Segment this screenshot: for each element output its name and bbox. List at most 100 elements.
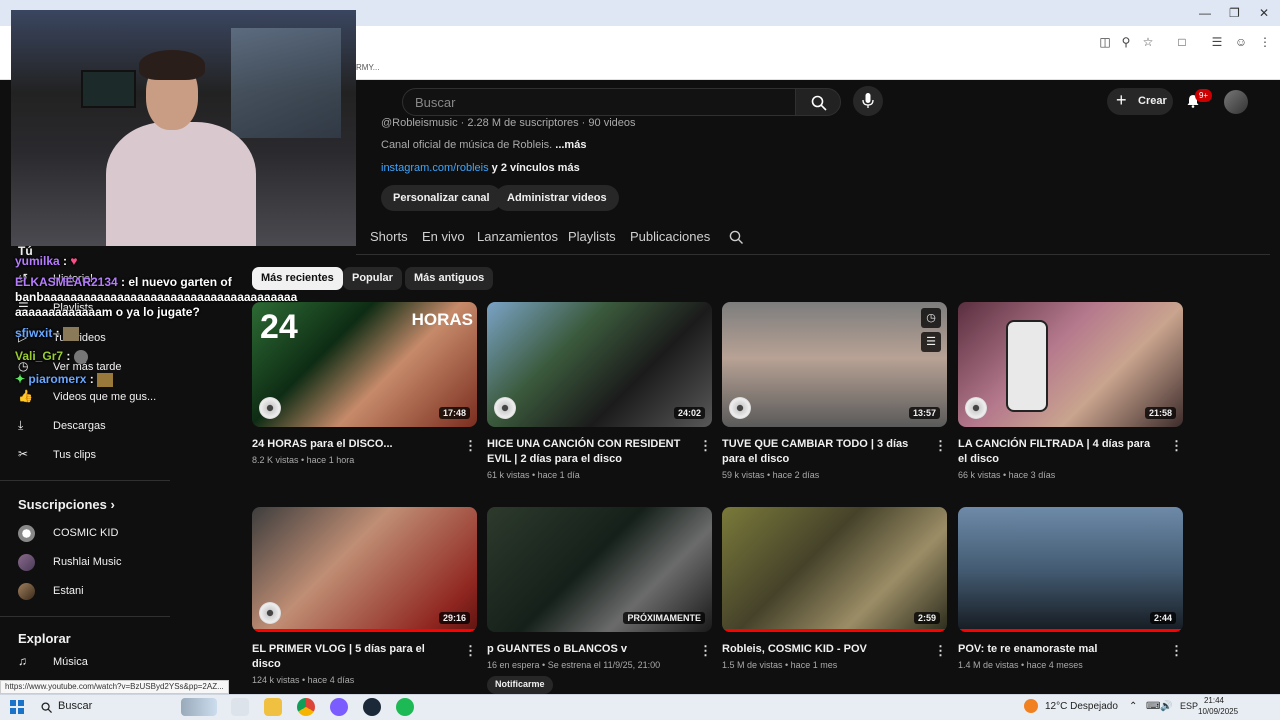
more-actions-icon[interactable]: ⋮ [464,438,477,454]
more-actions-icon[interactable]: ⋮ [934,438,947,454]
search-button[interactable] [795,88,841,116]
zoom-icon[interactable]: ⚲ [1118,34,1134,50]
video-card[interactable]: 29:16 EL PRIMER VLOG | 5 días para el di… [252,507,477,685]
video-card[interactable]: 2:44 POV: te re enamoraste mal 1.4 M de … [958,507,1183,670]
voice-search-button[interactable] [853,86,883,116]
video-card[interactable]: 21:58 LA CANCIÓN FILTRADA | 4 días para … [958,302,1183,480]
chat-username: ELKASMEAR2134 [15,275,118,289]
video-title[interactable]: 24 HORAS para el DISCO... [252,437,452,452]
network-icon[interactable]: ⌨ [1146,701,1160,712]
video-duration: 13:57 [908,407,940,419]
account-avatar[interactable] [1224,90,1248,114]
app-icon[interactable] [330,698,348,716]
watch-later-icon[interactable]: ◷ [921,308,941,328]
video-title[interactable]: p GUANTES o BLANCOS v [487,642,687,657]
volume-icon[interactable]: 🔊 [1160,701,1172,712]
chevron-up-icon[interactable]: ⌃ [1129,701,1137,712]
chip-popular[interactable]: Popular [343,267,402,290]
stream-chat-overlay: yumilka : ♥ ELKASMEAR2134 : el nuevo gar… [15,254,335,387]
instagram-link[interactable]: instagram.com/robleis [381,162,489,174]
sidebar-item-subscription[interactable]: Rushlai Music [0,552,170,574]
video-duration: 29:16 [438,612,470,624]
tab-shorts[interactable]: Shorts [370,229,408,244]
weather-icon[interactable] [1024,699,1038,713]
video-thumbnail[interactable]: 29:16 [252,507,477,632]
windows-start-icon[interactable] [10,700,24,714]
language-indicator[interactable]: ESP [1180,701,1198,711]
more-actions-icon[interactable]: ⋮ [699,438,712,454]
hover-actions: ◷ ☰ [921,308,941,356]
video-thumbnail[interactable]: 21:58 [958,302,1183,427]
bookmark-star-icon[interactable]: ☆ [1140,34,1156,50]
video-title[interactable]: TUVE QUE CAMBIAR TODO | 3 días para el d… [722,437,922,467]
taskbar-clock[interactable]: 21:44 10/09/2025 [1198,695,1238,717]
restore-icon[interactable]: ❐ [1229,6,1240,20]
channel-avatar [18,525,35,542]
notify-me-button[interactable]: Notificarme [487,676,553,694]
media-control-icon[interactable]: ☰ [1209,34,1225,50]
manage-videos-button[interactable]: Administrar videos [495,185,619,211]
browser-menu-icon[interactable]: ⋮ [1257,34,1273,50]
more-actions-icon[interactable]: ⋮ [1170,438,1183,454]
subscriptions-title[interactable]: Suscripciones › [18,497,115,512]
video-thumbnail[interactable]: 2:59 [722,507,947,632]
video-title[interactable]: HICE UNA CANCIÓN CON RESIDENT EVIL | 2 d… [487,437,687,467]
tab-live[interactable]: En vivo [422,229,465,244]
video-card[interactable]: 2:59 Robleis, COSMIC KID - POV 1.5 M de … [722,507,947,670]
chat-username: piaromerx [28,372,87,386]
weather-text[interactable]: 12°C Despejado [1045,701,1118,712]
tab-posts[interactable]: Publicaciones [630,229,710,244]
add-to-queue-icon[interactable]: ☰ [921,332,941,352]
video-title[interactable]: POV: te re enamoraste mal [958,642,1158,657]
more-link[interactable]: ...más [555,139,586,151]
video-title[interactable]: Robleis, COSMIC KID - POV [722,642,922,657]
video-thumbnail[interactable]: PRÓXIMAMENTE [487,507,712,632]
sidebar-item-subscription[interactable]: Estani [0,581,170,603]
streamer-webcam-overlay [11,10,356,246]
more-actions-icon[interactable]: ⋮ [464,643,477,659]
more-links[interactable]: y 2 vínculos más [492,162,580,174]
steam-icon[interactable] [363,698,381,716]
channel-description[interactable]: Canal oficial de música de Robleis. ...m… [381,139,586,151]
sidebar-item-music[interactable]: ♫ Música [0,652,170,674]
more-actions-icon[interactable]: ⋮ [934,643,947,659]
more-actions-icon[interactable]: ⋮ [1170,643,1183,659]
spotify-icon[interactable] [396,698,414,716]
chrome-icon[interactable] [297,698,315,716]
more-actions-icon[interactable]: ⋮ [699,643,712,659]
video-title[interactable]: EL PRIMER VLOG | 5 días para el disco [252,642,452,672]
sidebar-item-clips[interactable]: ✂ Tus clips [0,445,170,467]
tab-playlists[interactable]: Playlists [568,229,616,244]
channel-search-icon[interactable] [729,230,743,244]
tab-releases[interactable]: Lanzamientos [477,229,558,244]
video-thumbnail[interactable]: 2:44 [958,507,1183,632]
video-duration: 17:48 [438,407,470,419]
video-thumbnail[interactable]: ◷ ☰ 13:57 [722,302,947,427]
video-title[interactable]: LA CANCIÓN FILTRADA | 4 días para el dis… [958,437,1158,467]
watch-progress [958,629,1183,632]
sidebar-item-subscription[interactable]: COSMIC KID [0,523,170,545]
extensions-icon[interactable]: □ [1174,34,1190,50]
close-icon[interactable]: ✕ [1259,6,1269,20]
task-view-icon[interactable] [231,698,249,716]
video-duration: 2:59 [913,612,940,624]
chip-oldest[interactable]: Más antiguos [405,267,494,290]
chat-message: ELKASMEAR2134 : el nuevo garten of banba… [15,275,298,319]
profile-icon[interactable]: ☺ [1233,34,1249,50]
disc-icon [259,397,281,419]
file-explorer-icon[interactable] [264,698,282,716]
customize-channel-button[interactable]: Personalizar canal [381,185,502,211]
install-app-icon[interactable]: ◫ [1097,34,1113,50]
chevron-right-icon: › [110,497,115,512]
minimize-icon[interactable]: — [1199,6,1211,20]
sidebar-item-downloads[interactable]: ⤓ Descargas [0,416,170,438]
bookmark-item[interactable]: RMY... [356,63,379,72]
sidebar-item-liked-videos[interactable]: 👍 Videos que me gus... [0,387,170,409]
video-thumbnail[interactable]: 24:02 [487,302,712,427]
video-card[interactable]: PRÓXIMAMENTE p GUANTES o BLANCOS v 16 en… [487,507,712,694]
search-highlight-icon[interactable] [181,698,217,716]
video-card[interactable]: ◷ ☰ 13:57 TUVE QUE CAMBIAR TODO | 3 días… [722,302,947,480]
disc-icon [965,397,987,419]
video-card[interactable]: 24:02 HICE UNA CANCIÓN CON RESIDENT EVIL… [487,302,712,480]
search-input[interactable]: Buscar [402,88,796,116]
